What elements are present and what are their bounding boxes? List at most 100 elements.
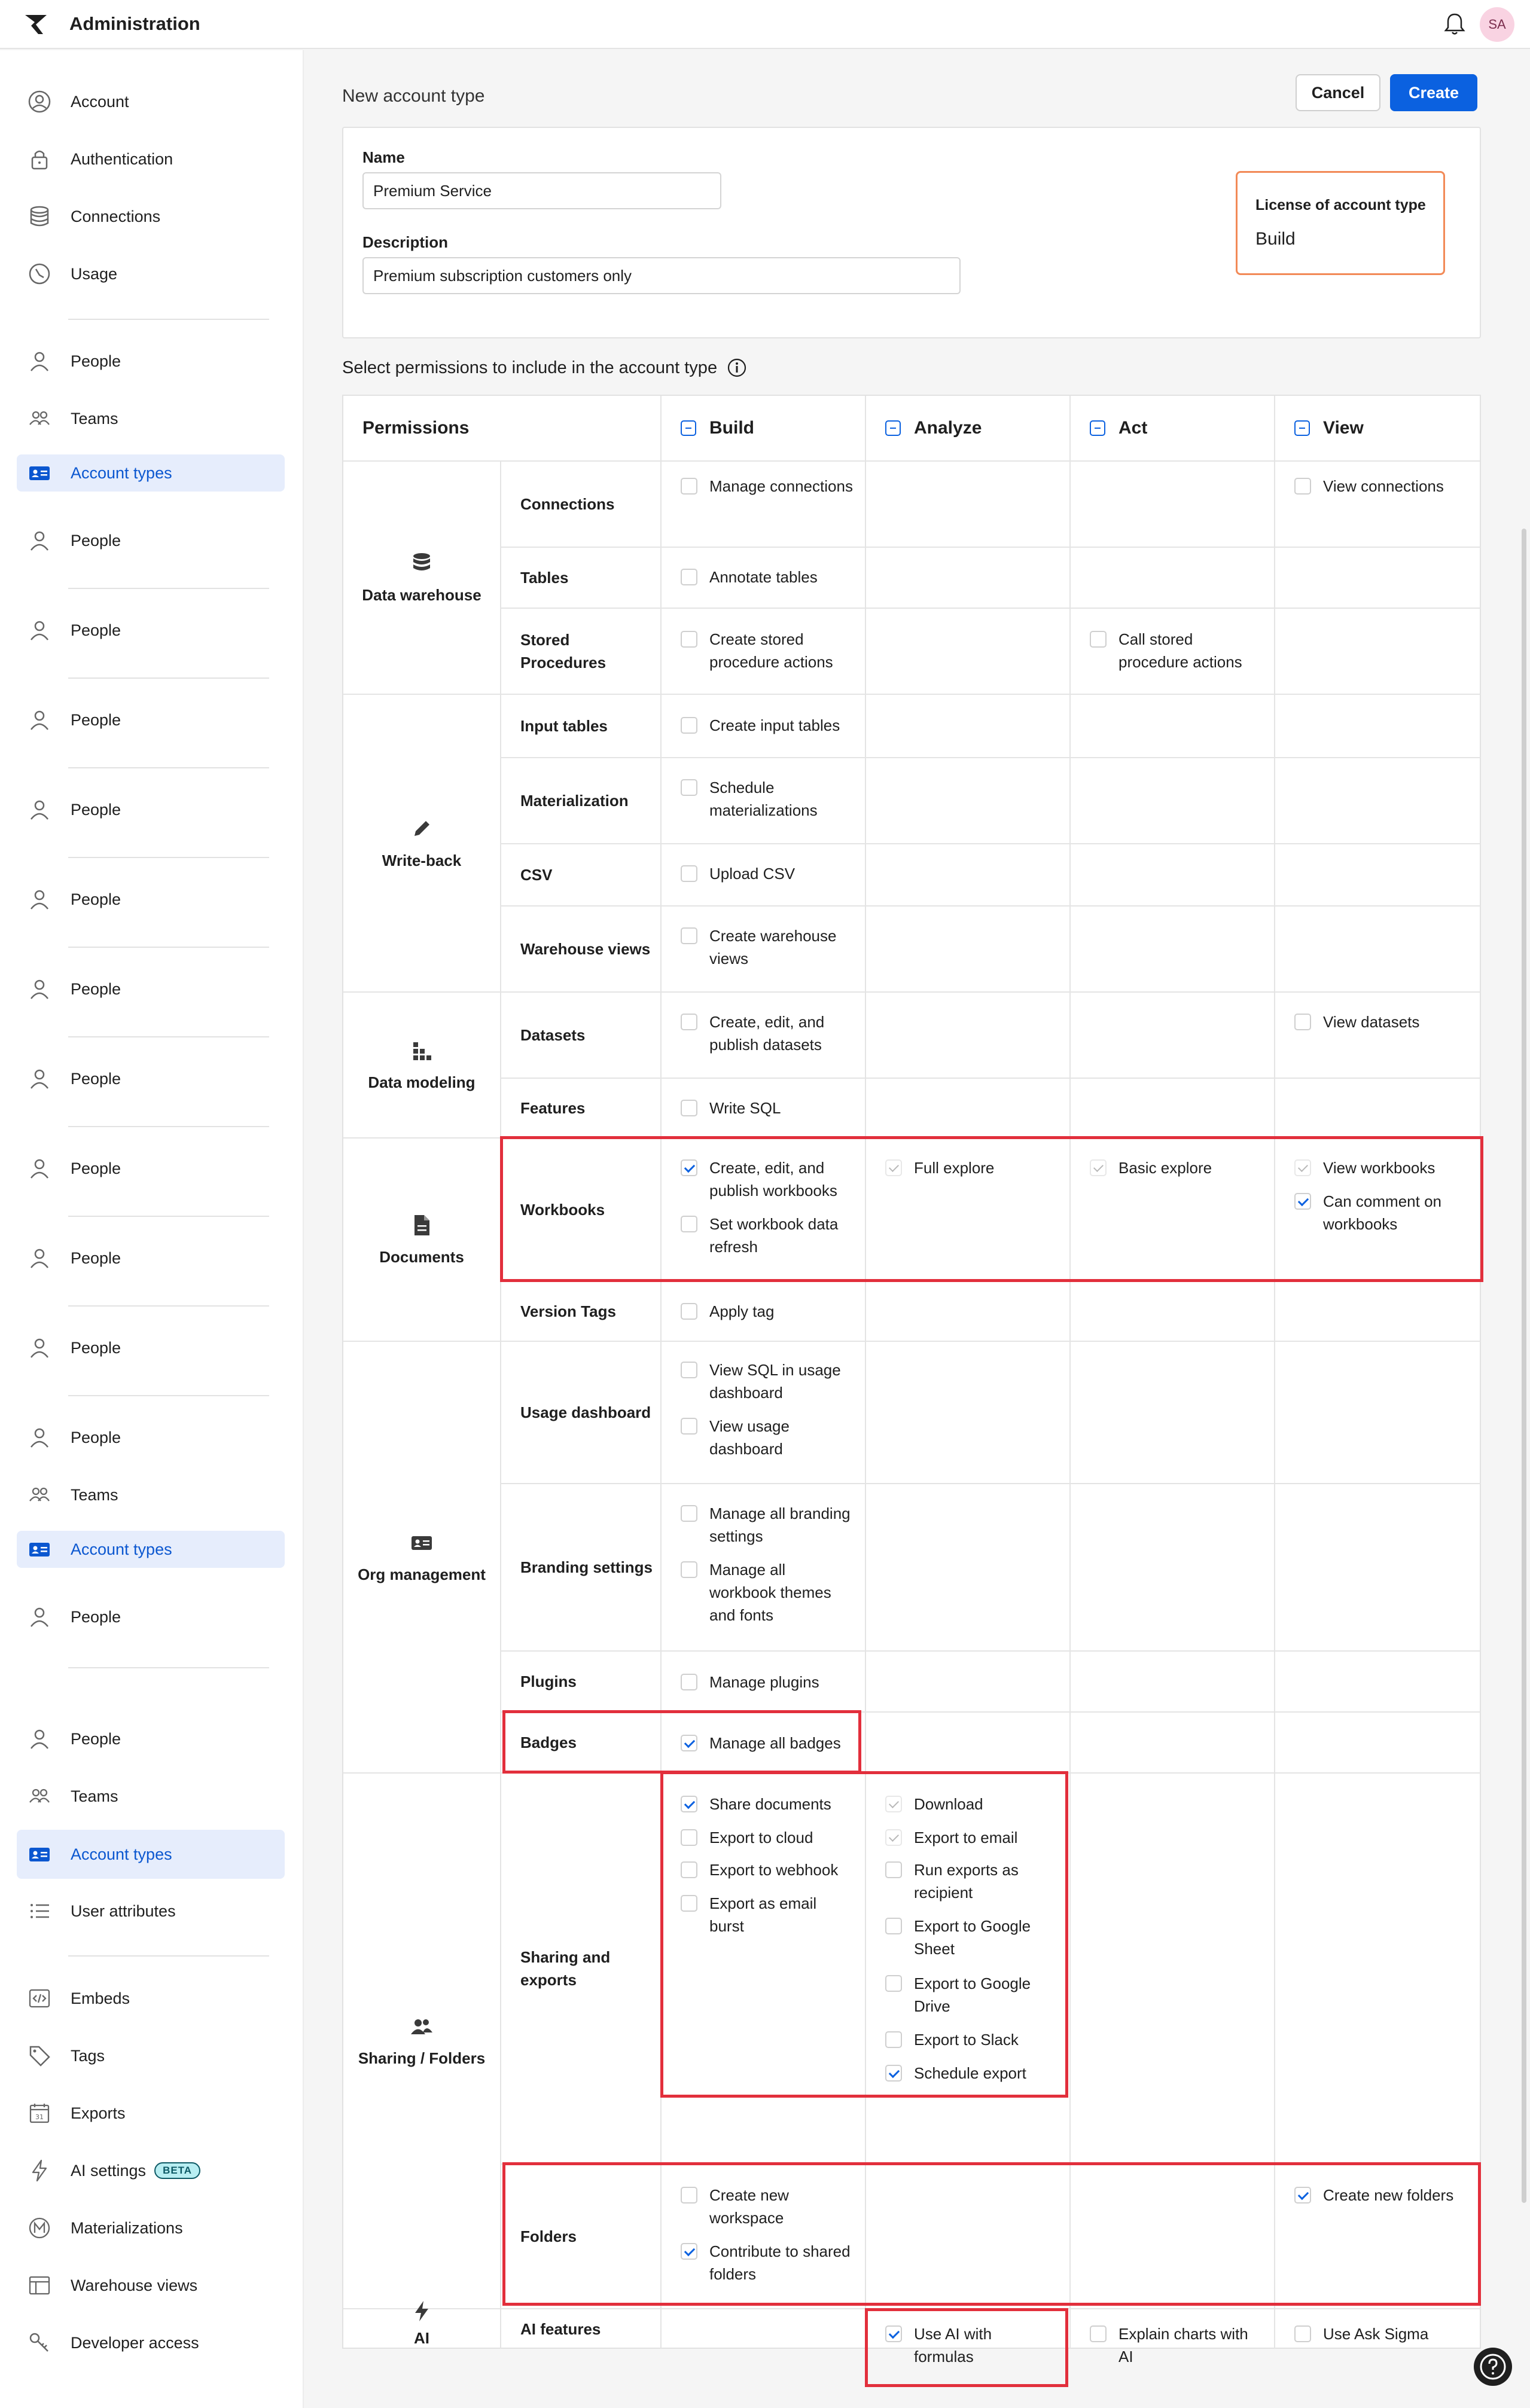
checkbox[interactable] xyxy=(681,1100,697,1116)
sidebar-item-people[interactable]: People xyxy=(17,1057,285,1100)
sidebar-item-label: Usage xyxy=(71,264,118,283)
permission-checkbox[interactable]: View connections xyxy=(1294,475,1468,498)
column-header-analyze[interactable]: Analyze xyxy=(885,396,982,460)
checkbox[interactable] xyxy=(681,478,697,495)
permission-checkbox[interactable]: Use Ask Sigma xyxy=(1294,2322,1468,2345)
checkbox[interactable] xyxy=(681,1561,697,1578)
permission-checkbox[interactable]: Create stored procedure actions xyxy=(681,628,854,673)
permission-checkbox[interactable]: Manage connections xyxy=(681,475,854,498)
permission-checkbox[interactable]: Manage plugins xyxy=(681,1671,854,1693)
sidebar-item-label: People xyxy=(71,1607,121,1626)
page-title: New account type xyxy=(342,86,485,106)
help-button[interactable] xyxy=(1474,2348,1512,2386)
column-header-act[interactable]: Act xyxy=(1090,396,1147,460)
sidebar-item-account-types[interactable]: Account types xyxy=(17,1830,285,1879)
sidebar-item-people[interactable]: People xyxy=(17,878,285,921)
sidebar-item-exports[interactable]: 31 Exports xyxy=(17,2092,285,2135)
permission-checkbox[interactable]: Manage all workbook themes and fonts xyxy=(681,1558,854,1626)
checkbox[interactable] xyxy=(681,779,697,796)
permission-checkbox[interactable]: Create warehouse views xyxy=(681,924,854,970)
sidebar-item-teams[interactable]: Teams xyxy=(17,397,285,440)
id-card-icon xyxy=(29,466,50,480)
sidebar-item-developer-access[interactable]: Developer access xyxy=(17,2321,285,2364)
column-header-build[interactable]: Build xyxy=(681,396,754,460)
collapse-icon[interactable] xyxy=(681,420,696,436)
checkbox[interactable] xyxy=(681,865,697,882)
sidebar-item-warehouse-views[interactable]: Warehouse views xyxy=(17,2264,285,2307)
checkbox[interactable] xyxy=(681,1362,697,1378)
sidebar-item-authentication[interactable]: Authentication xyxy=(17,138,285,181)
sidebar-item-people[interactable]: People xyxy=(17,1717,285,1760)
checkbox[interactable] xyxy=(1294,2325,1311,2342)
sidebar-item-people[interactable]: People xyxy=(17,1147,285,1190)
permission-checkbox[interactable]: Explain charts with AI xyxy=(1090,2322,1263,2368)
sigma-logo-icon[interactable] xyxy=(23,10,50,38)
sidebar-item-people[interactable]: People xyxy=(17,1416,285,1459)
column-header-view[interactable]: View xyxy=(1294,396,1364,460)
sidebar: Account Authentication Connections Usage… xyxy=(0,50,304,2408)
permission-checkbox[interactable]: View SQL in usage dashboard xyxy=(681,1359,854,1404)
permission-checkbox[interactable]: Upload CSV xyxy=(681,862,854,885)
sidebar-item-tags[interactable]: Tags xyxy=(17,2034,285,2077)
person-icon xyxy=(31,531,48,551)
sidebar-item-people[interactable]: People xyxy=(17,698,285,741)
checkbox[interactable] xyxy=(681,1674,697,1690)
sidebar-item-people[interactable]: People xyxy=(17,1237,285,1280)
checkbox[interactable] xyxy=(681,569,697,585)
checkbox[interactable] xyxy=(681,1505,697,1522)
permissions-heading-text: Select permissions to include in the acc… xyxy=(342,358,718,377)
name-field[interactable] xyxy=(362,172,721,209)
permission-checkbox[interactable]: Write SQL xyxy=(681,1097,854,1119)
create-button[interactable]: Create xyxy=(1390,74,1477,111)
sidebar-item-embeds[interactable]: Embeds xyxy=(17,1977,285,2020)
sidebar-item-people[interactable]: People xyxy=(17,519,285,562)
sidebar-item-people[interactable]: People xyxy=(17,788,285,831)
checkbox[interactable] xyxy=(681,717,697,734)
sidebar-item-teams[interactable]: Teams xyxy=(17,1775,285,1818)
description-field[interactable] xyxy=(362,257,961,294)
scrollbar[interactable] xyxy=(1519,50,1530,2408)
scrollbar-thumb[interactable] xyxy=(1522,529,1526,2203)
sidebar-item-account-types[interactable]: Account types xyxy=(17,454,285,492)
checkbox[interactable] xyxy=(1294,478,1311,495)
permission-checkbox[interactable]: View usage dashboard xyxy=(681,1415,854,1460)
collapse-icon[interactable] xyxy=(1294,420,1310,436)
sidebar-item-label: Embeds xyxy=(71,1989,130,2007)
sidebar-item-people[interactable]: People xyxy=(17,1326,285,1369)
permission-checkbox[interactable]: Create input tables xyxy=(681,714,854,737)
bell-icon[interactable] xyxy=(1441,11,1468,37)
checkbox[interactable] xyxy=(1294,1014,1311,1030)
permission-checkbox[interactable]: Call stored procedure actions xyxy=(1090,628,1263,673)
sidebar-item-account-types[interactable]: Account types xyxy=(17,1531,285,1568)
cancel-button[interactable]: Cancel xyxy=(1296,74,1380,111)
table-view-icon xyxy=(29,2276,50,2295)
checkbox[interactable] xyxy=(681,1303,697,1320)
sidebar-item-people[interactable]: People xyxy=(17,968,285,1011)
permission-checkbox[interactable]: View datasets xyxy=(1294,1011,1468,1033)
checkbox[interactable] xyxy=(681,1014,697,1030)
permission-checkbox[interactable]: Manage all branding settings xyxy=(681,1502,854,1548)
checkbox[interactable] xyxy=(681,927,697,944)
checkbox[interactable] xyxy=(1090,631,1107,648)
sidebar-item-user-attributes[interactable]: User attributes xyxy=(17,1890,285,1933)
info-icon[interactable] xyxy=(727,358,747,378)
checkbox[interactable] xyxy=(681,631,697,648)
sidebar-item-usage[interactable]: Usage xyxy=(17,252,285,295)
permission-checkbox[interactable]: Schedule materializations xyxy=(681,776,854,822)
sidebar-item-people[interactable]: People xyxy=(17,609,285,652)
checkbox[interactable] xyxy=(681,1418,697,1435)
sidebar-item-account[interactable]: Account xyxy=(17,80,285,123)
permission-checkbox[interactable]: Create, edit, and publish datasets xyxy=(681,1011,854,1056)
sidebar-item-people[interactable]: People xyxy=(17,1595,285,1638)
collapse-icon[interactable] xyxy=(1090,420,1105,436)
collapse-icon[interactable] xyxy=(885,420,901,436)
sidebar-item-connections[interactable]: Connections xyxy=(17,195,285,238)
sidebar-item-people[interactable]: People xyxy=(17,340,285,383)
permission-checkbox[interactable]: Apply tag xyxy=(681,1300,854,1323)
avatar[interactable]: SA xyxy=(1480,7,1514,42)
sidebar-item-materializations[interactable]: Materializations xyxy=(17,2206,285,2250)
permission-checkbox[interactable]: Annotate tables xyxy=(681,566,854,588)
checkbox[interactable] xyxy=(1090,2325,1107,2342)
sidebar-item-teams[interactable]: Teams xyxy=(17,1473,285,1516)
sidebar-item-ai-settings[interactable]: AI settings BETA xyxy=(17,2149,285,2192)
